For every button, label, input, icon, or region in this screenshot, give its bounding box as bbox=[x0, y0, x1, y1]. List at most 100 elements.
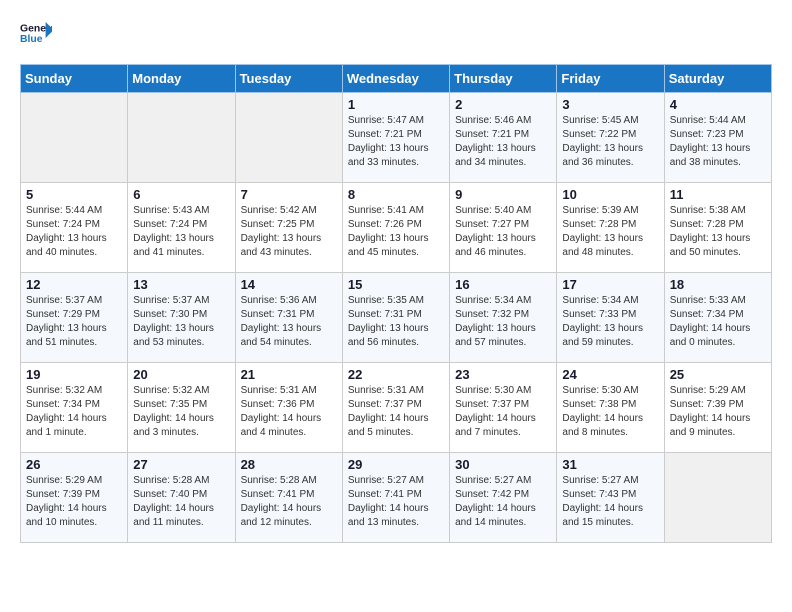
calendar-cell: 31 Sunrise: 5:27 AM Sunset: 7:43 PM Dayli… bbox=[557, 453, 664, 543]
cell-info: Sunrise: 5:29 AM Sunset: 7:39 PM Dayligh… bbox=[26, 474, 122, 530]
calendar-cell: 19 Sunrise: 5:32 AM Sunset: 7:34 PM Dayli… bbox=[21, 363, 128, 453]
calendar-cell: 18 Sunrise: 5:33 AM Sunset: 7:34 PM Dayli… bbox=[664, 273, 771, 363]
day-number: 8 bbox=[348, 187, 444, 202]
calendar-cell: 7 Sunrise: 5:42 AM Sunset: 7:25 PM Daylig… bbox=[235, 183, 342, 273]
day-number: 28 bbox=[241, 457, 337, 472]
cell-info: Sunrise: 5:33 AM Sunset: 7:34 PM Dayligh… bbox=[670, 294, 766, 350]
cell-info: Sunrise: 5:31 AM Sunset: 7:36 PM Dayligh… bbox=[241, 384, 337, 440]
cell-info: Sunrise: 5:37 AM Sunset: 7:30 PM Dayligh… bbox=[133, 294, 229, 350]
cell-info: Sunrise: 5:37 AM Sunset: 7:29 PM Dayligh… bbox=[26, 294, 122, 350]
cell-info: Sunrise: 5:27 AM Sunset: 7:42 PM Dayligh… bbox=[455, 474, 551, 530]
day-number: 30 bbox=[455, 457, 551, 472]
cell-info: Sunrise: 5:34 AM Sunset: 7:33 PM Dayligh… bbox=[562, 294, 658, 350]
day-header-friday: Friday bbox=[557, 65, 664, 93]
cell-info: Sunrise: 5:47 AM Sunset: 7:21 PM Dayligh… bbox=[348, 114, 444, 170]
calendar-table: SundayMondayTuesdayWednesdayThursdayFrid… bbox=[20, 64, 772, 543]
calendar-week-row: 26 Sunrise: 5:29 AM Sunset: 7:39 PM Dayli… bbox=[21, 453, 772, 543]
day-number: 15 bbox=[348, 277, 444, 292]
day-header-wednesday: Wednesday bbox=[342, 65, 449, 93]
day-number: 26 bbox=[26, 457, 122, 472]
day-header-tuesday: Tuesday bbox=[235, 65, 342, 93]
day-number: 7 bbox=[241, 187, 337, 202]
calendar-week-row: 5Sunrise: 5:44 AM Sunset: 7:24 PM Daylig… bbox=[21, 183, 772, 273]
calendar-cell: 11 Sunrise: 5:38 AM Sunset: 7:28 PM Dayli… bbox=[664, 183, 771, 273]
day-number: 2 bbox=[455, 97, 551, 112]
day-number: 10 bbox=[562, 187, 658, 202]
day-number: 23 bbox=[455, 367, 551, 382]
cell-info: Sunrise: 5:38 AM Sunset: 7:28 PM Dayligh… bbox=[670, 204, 766, 260]
calendar-cell: 30 Sunrise: 5:27 AM Sunset: 7:42 PM Dayli… bbox=[450, 453, 557, 543]
calendar-cell bbox=[664, 453, 771, 543]
calendar-week-row: 1 Sunrise: 5:47 AM Sunset: 7:21 PM Daylig… bbox=[21, 93, 772, 183]
day-number: 25 bbox=[670, 367, 766, 382]
calendar-cell bbox=[128, 93, 235, 183]
calendar-cell: 22Sunrise: 5:31 AM Sunset: 7:37 PM Dayli… bbox=[342, 363, 449, 453]
cell-info: Sunrise: 5:40 AM Sunset: 7:27 PM Dayligh… bbox=[455, 204, 551, 260]
logo: General Blue bbox=[20, 20, 52, 48]
day-header-sunday: Sunday bbox=[21, 65, 128, 93]
day-number: 24 bbox=[562, 367, 658, 382]
calendar-cell: 29 Sunrise: 5:27 AM Sunset: 7:41 PM Dayli… bbox=[342, 453, 449, 543]
calendar-cell: 24 Sunrise: 5:30 AM Sunset: 7:38 PM Dayli… bbox=[557, 363, 664, 453]
calendar-cell: 12Sunrise: 5:37 AM Sunset: 7:29 PM Dayli… bbox=[21, 273, 128, 363]
day-number: 14 bbox=[241, 277, 337, 292]
cell-info: Sunrise: 5:27 AM Sunset: 7:41 PM Dayligh… bbox=[348, 474, 444, 530]
cell-info: Sunrise: 5:31 AM Sunset: 7:37 PM Dayligh… bbox=[348, 384, 444, 440]
calendar-cell: 2 Sunrise: 5:46 AM Sunset: 7:21 PM Daylig… bbox=[450, 93, 557, 183]
day-header-monday: Monday bbox=[128, 65, 235, 93]
calendar-cell: 13 Sunrise: 5:37 AM Sunset: 7:30 PM Dayli… bbox=[128, 273, 235, 363]
calendar-cell: 28 Sunrise: 5:28 AM Sunset: 7:41 PM Dayli… bbox=[235, 453, 342, 543]
day-number: 17 bbox=[562, 277, 658, 292]
calendar-cell: 3Sunrise: 5:45 AM Sunset: 7:22 PM Daylig… bbox=[557, 93, 664, 183]
calendar-cell: 16 Sunrise: 5:34 AM Sunset: 7:32 PM Dayli… bbox=[450, 273, 557, 363]
calendar-cell: 6 Sunrise: 5:43 AM Sunset: 7:24 PM Daylig… bbox=[128, 183, 235, 273]
cell-info: Sunrise: 5:29 AM Sunset: 7:39 PM Dayligh… bbox=[670, 384, 766, 440]
day-number: 3 bbox=[562, 97, 658, 112]
day-number: 11 bbox=[670, 187, 766, 202]
cell-info: Sunrise: 5:46 AM Sunset: 7:21 PM Dayligh… bbox=[455, 114, 551, 170]
day-number: 20 bbox=[133, 367, 229, 382]
cell-info: Sunrise: 5:28 AM Sunset: 7:40 PM Dayligh… bbox=[133, 474, 229, 530]
cell-info: Sunrise: 5:28 AM Sunset: 7:41 PM Dayligh… bbox=[241, 474, 337, 530]
calendar-cell: 20 Sunrise: 5:32 AM Sunset: 7:35 PM Dayli… bbox=[128, 363, 235, 453]
cell-info: Sunrise: 5:39 AM Sunset: 7:28 PM Dayligh… bbox=[562, 204, 658, 260]
cell-info: Sunrise: 5:41 AM Sunset: 7:26 PM Dayligh… bbox=[348, 204, 444, 260]
calendar-week-row: 12Sunrise: 5:37 AM Sunset: 7:29 PM Dayli… bbox=[21, 273, 772, 363]
day-number: 31 bbox=[562, 457, 658, 472]
day-number: 6 bbox=[133, 187, 229, 202]
day-number: 21 bbox=[241, 367, 337, 382]
calendar-cell: 4Sunrise: 5:44 AM Sunset: 7:23 PM Daylig… bbox=[664, 93, 771, 183]
cell-info: Sunrise: 5:30 AM Sunset: 7:38 PM Dayligh… bbox=[562, 384, 658, 440]
cell-info: Sunrise: 5:42 AM Sunset: 7:25 PM Dayligh… bbox=[241, 204, 337, 260]
cell-info: Sunrise: 5:36 AM Sunset: 7:31 PM Dayligh… bbox=[241, 294, 337, 350]
cell-info: Sunrise: 5:35 AM Sunset: 7:31 PM Dayligh… bbox=[348, 294, 444, 350]
cell-info: Sunrise: 5:34 AM Sunset: 7:32 PM Dayligh… bbox=[455, 294, 551, 350]
day-number: 19 bbox=[26, 367, 122, 382]
day-number: 5 bbox=[26, 187, 122, 202]
logo-icon: General Blue bbox=[20, 20, 52, 48]
day-number: 18 bbox=[670, 277, 766, 292]
day-number: 29 bbox=[348, 457, 444, 472]
calendar-cell: 23 Sunrise: 5:30 AM Sunset: 7:37 PM Dayli… bbox=[450, 363, 557, 453]
calendar-body: 1 Sunrise: 5:47 AM Sunset: 7:21 PM Daylig… bbox=[21, 93, 772, 543]
cell-info: Sunrise: 5:32 AM Sunset: 7:35 PM Dayligh… bbox=[133, 384, 229, 440]
day-number: 1 bbox=[348, 97, 444, 112]
cell-info: Sunrise: 5:32 AM Sunset: 7:34 PM Dayligh… bbox=[26, 384, 122, 440]
cell-info: Sunrise: 5:30 AM Sunset: 7:37 PM Dayligh… bbox=[455, 384, 551, 440]
calendar-cell: 10 Sunrise: 5:39 AM Sunset: 7:28 PM Dayli… bbox=[557, 183, 664, 273]
day-number: 13 bbox=[133, 277, 229, 292]
calendar-week-row: 19 Sunrise: 5:32 AM Sunset: 7:34 PM Dayli… bbox=[21, 363, 772, 453]
calendar-cell: 21 Sunrise: 5:31 AM Sunset: 7:36 PM Dayli… bbox=[235, 363, 342, 453]
calendar-cell bbox=[235, 93, 342, 183]
calendar-cell: 27Sunrise: 5:28 AM Sunset: 7:40 PM Dayli… bbox=[128, 453, 235, 543]
day-header-thursday: Thursday bbox=[450, 65, 557, 93]
day-number: 16 bbox=[455, 277, 551, 292]
calendar-cell: 1 Sunrise: 5:47 AM Sunset: 7:21 PM Daylig… bbox=[342, 93, 449, 183]
cell-info: Sunrise: 5:43 AM Sunset: 7:24 PM Dayligh… bbox=[133, 204, 229, 260]
calendar-cell: 9Sunrise: 5:40 AM Sunset: 7:27 PM Daylig… bbox=[450, 183, 557, 273]
calendar-cell: 25 Sunrise: 5:29 AM Sunset: 7:39 PM Dayli… bbox=[664, 363, 771, 453]
cell-info: Sunrise: 5:27 AM Sunset: 7:43 PM Dayligh… bbox=[562, 474, 658, 530]
calendar-cell: 15 Sunrise: 5:35 AM Sunset: 7:31 PM Dayli… bbox=[342, 273, 449, 363]
day-number: 4 bbox=[670, 97, 766, 112]
calendar-cell bbox=[21, 93, 128, 183]
